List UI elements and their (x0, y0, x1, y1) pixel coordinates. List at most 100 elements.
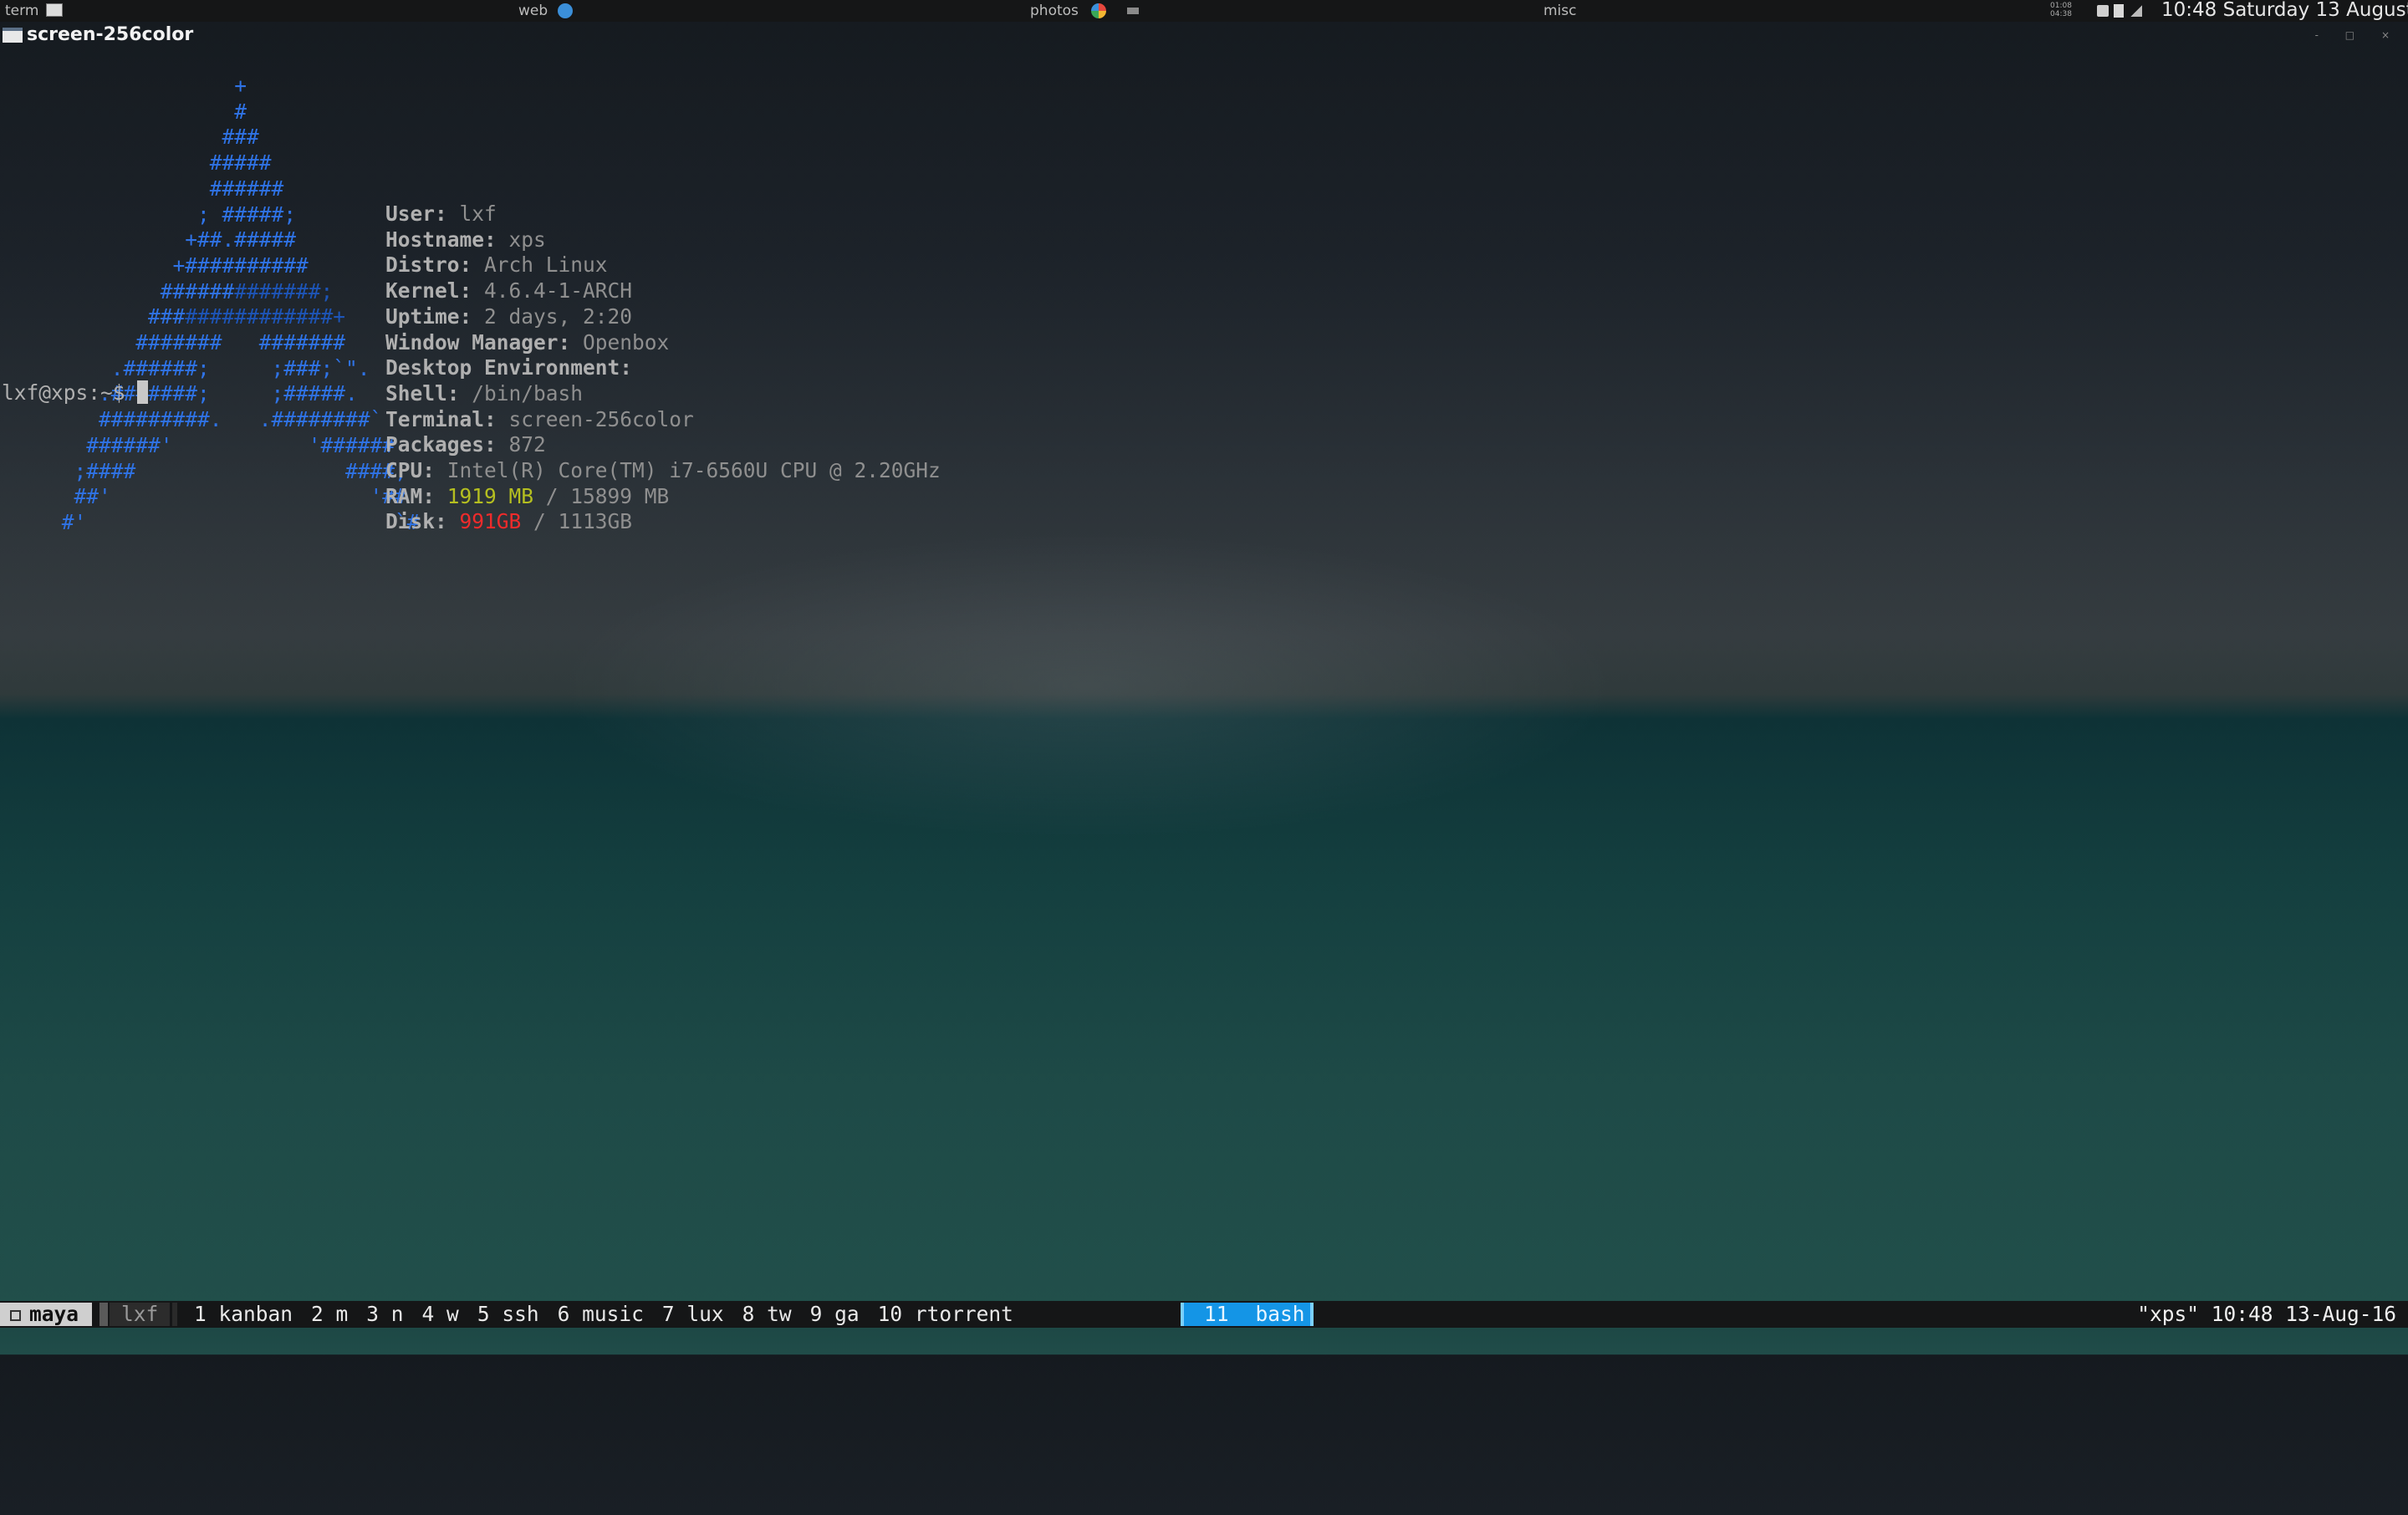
logo-segment: ### (0, 125, 259, 150)
battery-icon[interactable] (2114, 4, 2124, 18)
info-line: Shell: /bin/bash (385, 381, 941, 407)
logo-segment: ##' '## (0, 484, 407, 509)
info-total: / 1113GB (521, 509, 633, 534)
info-key: Kernel: (385, 278, 472, 304)
info-line: Disk: 991GB / 1113GB (385, 509, 941, 535)
logo-line: ;#### ####; (0, 459, 420, 485)
active-window-number: 11 (1204, 1302, 1229, 1326)
network-icon[interactable] (2097, 5, 2109, 17)
info-used: 1919 MB (446, 483, 534, 508)
logo-segment: #' `# (0, 509, 420, 534)
info-key: Window Manager: (385, 329, 571, 355)
window-tab[interactable]: 4 w (422, 1302, 459, 1326)
tray-small-clock: 01:08 04:38 (2050, 2, 2072, 18)
logo-segment: .######; ;###;`". (0, 355, 370, 380)
info-key: Hostname: (385, 227, 497, 252)
screen-status-bar: maya lxf 1 kanban 2 m 3 n 4 w 5 ssh 6 music 7 … (0, 1301, 2408, 1328)
logo-line: ######' '###### (0, 433, 420, 459)
workspace-web[interactable]: web (518, 2, 548, 20)
logo-segment: + (0, 74, 247, 98)
host-label: maya (29, 1302, 79, 1326)
info-line: Hostname: xps (385, 227, 941, 253)
window-list: 1 kanban 2 m 3 n 4 w 5 ssh 6 music 7 lux 8 tw 9 … (194, 1301, 1032, 1328)
logo-segment: ###### (0, 176, 284, 201)
logo-segment: #########. .########` (0, 407, 383, 432)
window-titlebar[interactable]: screen-256color - □ × (0, 23, 2408, 48)
desktop-background-strip (0, 1328, 2408, 1354)
logo-segment: # (0, 99, 247, 124)
logo-line: #############; (0, 279, 420, 305)
workspace-misc[interactable]: misc (1543, 2, 1577, 20)
logo-line: ##' '## (0, 484, 420, 510)
info-line: Kernel: 4.6.4-1-ARCH (385, 278, 941, 304)
logo-line: .######; ;###;`". (0, 356, 420, 382)
info-value: Openbox (583, 329, 670, 355)
status-separator (172, 1303, 177, 1326)
info-value: Arch Linux (484, 252, 608, 278)
info-key: Packages: (385, 432, 497, 457)
window-tab[interactable]: 1 kanban (194, 1302, 293, 1326)
logo-line: +##.##### (0, 227, 420, 253)
active-edge (1309, 1303, 1314, 1326)
system-info: User: lxf Hostname: xps Distro: Arch Linux… (385, 201, 941, 535)
logo-segment: ### (0, 304, 186, 329)
session-host[interactable]: maya (0, 1302, 93, 1326)
window-tab[interactable]: 7 lux (662, 1302, 724, 1326)
logo-line: #########. .########` (0, 407, 420, 433)
logo-line: #' `# (0, 510, 420, 536)
logo-line: ####### ####### (0, 330, 420, 356)
status-separator (99, 1303, 108, 1326)
photos-icon[interactable] (1091, 3, 1106, 18)
logo-line: ### (0, 125, 420, 150)
info-value: Intel(R) Core(TM) i7-6560U CPU @ 2.20GHz (446, 458, 941, 483)
host-box-icon (10, 1310, 21, 1321)
window-tab[interactable]: 2 m (311, 1302, 348, 1326)
info-value: screen-256color (508, 406, 694, 431)
logo-line: ###### (0, 176, 420, 202)
logo-segment: +########## (0, 252, 309, 278)
arch-ascii-logo: + # ### ##### ###### ; #####; +##.##### … (0, 74, 420, 536)
logo-segment: ############+ (185, 304, 346, 329)
logo-segment: ###### (0, 278, 235, 304)
info-line: Window Manager: Openbox (385, 330, 941, 356)
window-icon[interactable] (3, 28, 23, 43)
window-tab[interactable]: 8 tw (742, 1302, 792, 1326)
info-line: CPU: Intel(R) Core(TM) i7-6560U CPU @ 2.… (385, 458, 941, 484)
app-window-icon[interactable] (1127, 8, 1139, 14)
info-key: Terminal: (385, 406, 497, 431)
info-key: Uptime: (385, 304, 472, 329)
info-line: Uptime: 2 days, 2:20 (385, 304, 941, 330)
logo-line: ##### (0, 150, 420, 176)
info-key: CPU: (385, 458, 436, 483)
window-tab[interactable]: 3 n (366, 1302, 403, 1326)
panel-clock[interactable]: 10:48 Saturday 13 August (2161, 0, 2408, 21)
workspace-photos[interactable]: photos (1030, 2, 1079, 20)
shell-prompt[interactable]: lxf@xps:~$ (2, 380, 148, 406)
window-controls[interactable]: - □ × (2315, 29, 2401, 41)
info-key: Desktop Environment: (385, 355, 633, 380)
active-window[interactable]: 11 bash (1181, 1303, 1314, 1326)
logo-segment: ; #####; (0, 201, 297, 227)
info-line: Desktop Environment: (385, 355, 941, 381)
info-key: RAM: (385, 483, 436, 508)
browser-icon[interactable] (558, 3, 573, 18)
signal-icon[interactable] (2130, 5, 2142, 17)
logo-segment: ####### ####### (0, 330, 346, 355)
window-tab[interactable]: 10 rtorrent (878, 1302, 1013, 1326)
active-window-name: bash (1255, 1302, 1305, 1326)
workspace-term[interactable]: term (5, 2, 38, 20)
terminal-icon[interactable] (46, 3, 63, 17)
logo-segment: #######; (234, 278, 334, 304)
terminal-content[interactable]: + # ### ##### ###### ; #####; +##.##### … (0, 74, 941, 534)
logo-segment: +##.##### (0, 227, 297, 252)
info-line: Packages: 872 (385, 432, 941, 458)
info-value: 2 days, 2:20 (484, 304, 633, 329)
info-value: xps (508, 227, 546, 252)
info-line: Terminal: screen-256color (385, 407, 941, 433)
logo-segment: ##### (0, 150, 272, 176)
window-tab[interactable]: 9 ga (810, 1302, 860, 1326)
window-tab[interactable]: 6 music (558, 1302, 644, 1326)
window-title: screen-256color (27, 24, 194, 45)
session-user: lxf (110, 1303, 171, 1326)
window-tab[interactable]: 5 ssh (477, 1302, 539, 1326)
